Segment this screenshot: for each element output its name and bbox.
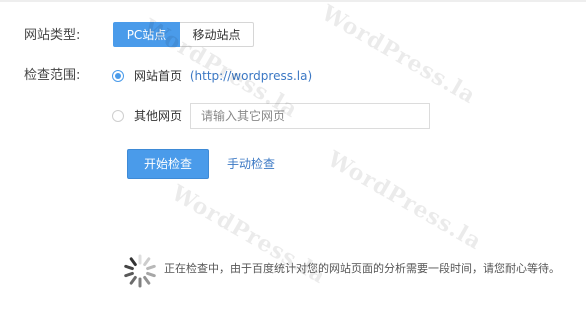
loading-spinner-icon: [124, 254, 156, 288]
site-check-panel: 网站类型: PC站点 移动站点 检查范围: 网站首页 (http://wordp…: [0, 0, 586, 318]
spinner-bar: [129, 275, 137, 285]
radio-checked-icon[interactable]: [112, 70, 124, 82]
watermark-text: WordPress.la: [323, 146, 487, 256]
manual-check-link[interactable]: 手动检查: [227, 156, 275, 172]
start-check-button[interactable]: 开始检查: [127, 149, 209, 179]
spinner-bar: [146, 264, 156, 271]
pc-site-button[interactable]: PC站点: [113, 22, 180, 47]
site-type-toggle: PC站点 移动站点: [113, 22, 254, 47]
homepage-url: (http://wordpress.la): [189, 69, 313, 83]
mobile-site-button[interactable]: 移动站点: [180, 22, 254, 47]
top-divider: [0, 0, 586, 2]
scope-label: 检查范围:: [24, 68, 81, 83]
homepage-option-label: 网站首页: [134, 69, 183, 83]
other-page-option-label[interactable]: 其他网页: [134, 108, 182, 124]
watermark-text: WordPress.la: [317, 0, 481, 110]
spinner-bar: [129, 257, 137, 267]
spinner-bar: [124, 264, 134, 271]
homepage-option[interactable]: 网站首页 (http://wordpress.la): [134, 68, 312, 84]
spinner-bar: [143, 257, 151, 267]
site-type-label: 网站类型:: [24, 28, 81, 43]
spinner-bar: [124, 271, 134, 278]
radio-unchecked-icon[interactable]: [112, 110, 124, 122]
checking-status-text: 正在检查中，由于百度统计对您的网站页面的分析需要一段时间，请您耐心等待。: [164, 262, 560, 275]
other-page-input[interactable]: [190, 103, 430, 129]
spinner-bar: [143, 275, 151, 285]
radio-dot: [115, 73, 121, 79]
spinner-bar: [146, 271, 156, 278]
